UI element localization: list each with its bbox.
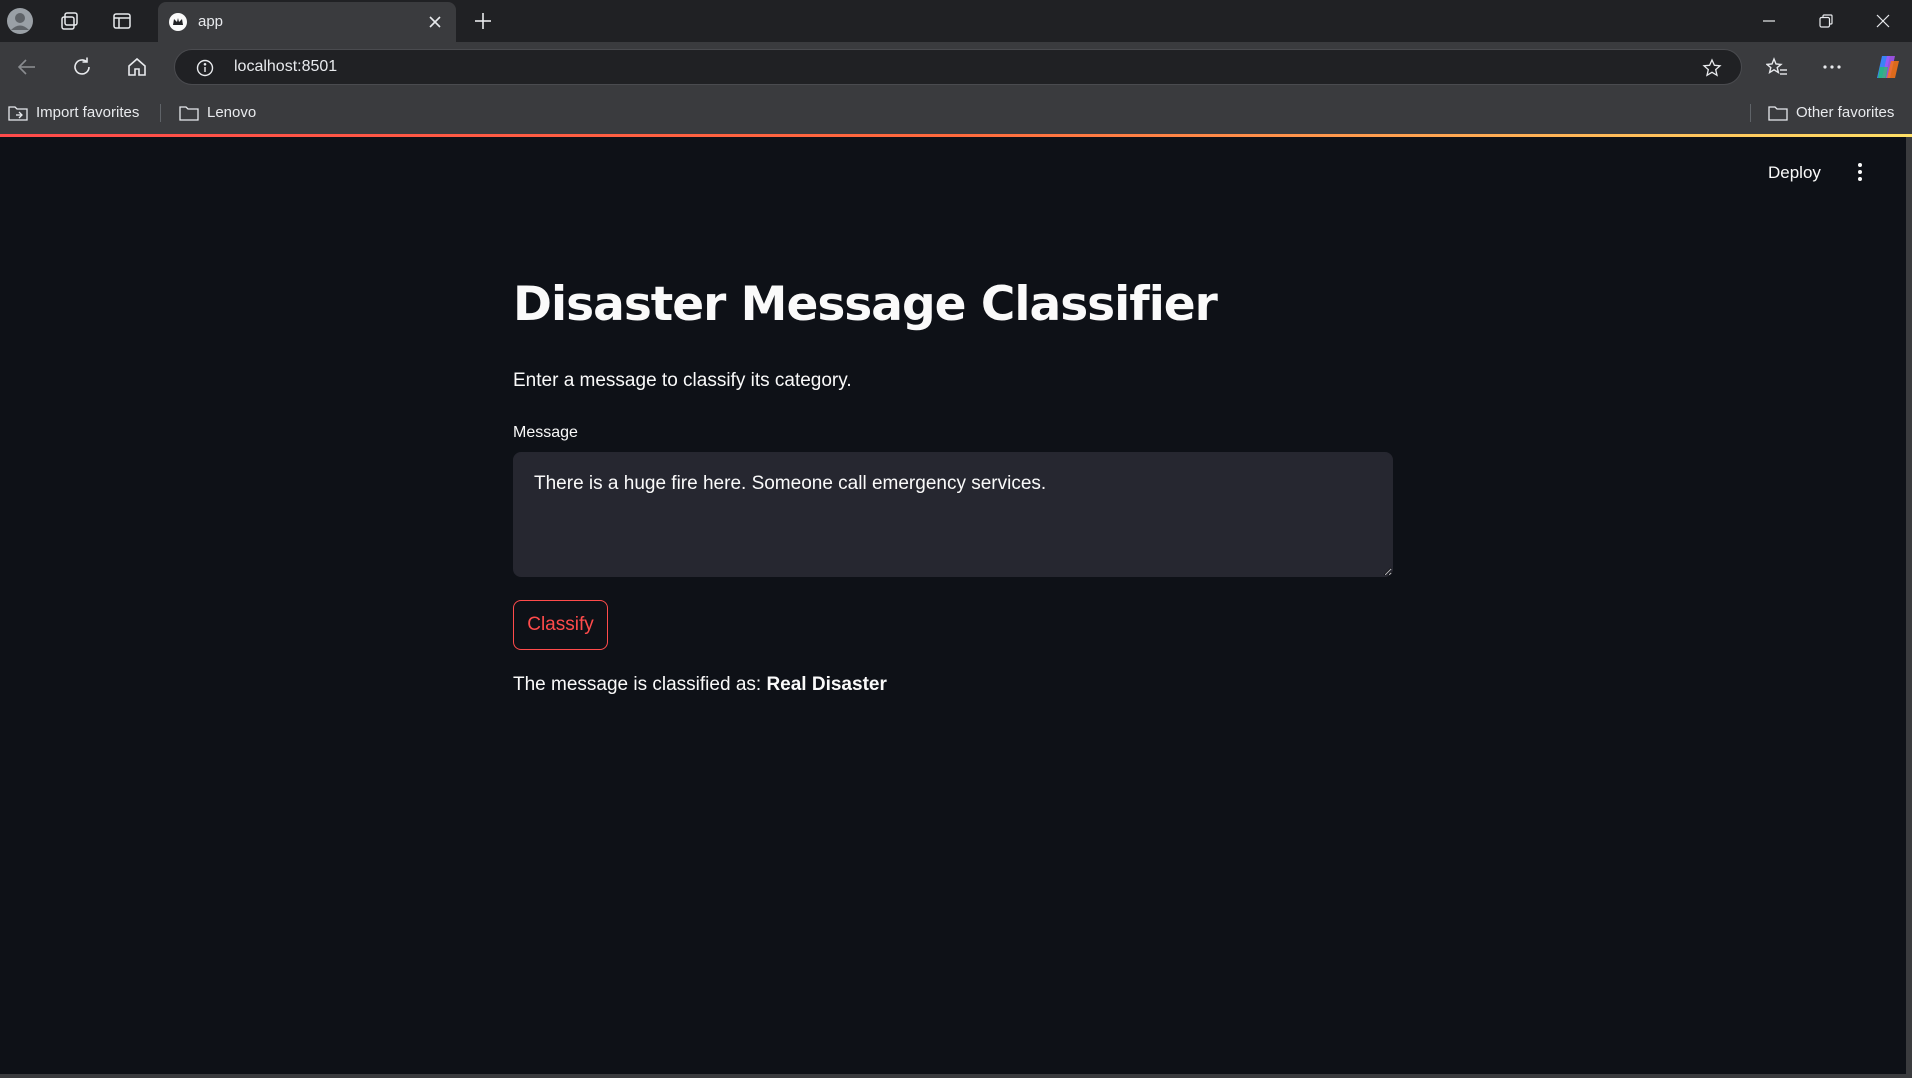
tab-actions-icon[interactable] <box>110 9 134 33</box>
browser-toolbar: localhost:8501 <box>0 42 1912 92</box>
other-favorites-label: Other favorites <box>1796 104 1895 121</box>
home-icon[interactable] <box>124 54 150 80</box>
more-icon[interactable] <box>1819 54 1845 80</box>
minimize-icon[interactable] <box>1758 12 1780 30</box>
close-window-icon[interactable] <box>1872 12 1894 30</box>
page-subtitle: Enter a message to classify its category… <box>513 370 852 391</box>
copilot-icon[interactable] <box>1872 52 1902 82</box>
folder-icon <box>1767 103 1789 123</box>
site-info-icon[interactable] <box>195 58 215 78</box>
favorite-divider <box>1750 104 1751 122</box>
tab-title: app <box>198 13 224 30</box>
other-favorites[interactable]: Other favorites <box>1767 101 1907 125</box>
window-edge <box>1906 137 1912 1078</box>
folder-icon <box>178 103 200 123</box>
kebab-menu-icon[interactable] <box>1848 159 1872 185</box>
favorite-lenovo[interactable]: Lenovo <box>178 101 268 125</box>
result-value: Real Disaster <box>766 674 887 695</box>
active-tab[interactable]: app <box>158 2 456 42</box>
streamlit-crown-icon <box>168 12 188 32</box>
favorite-star-icon[interactable] <box>1701 57 1723 79</box>
result-prefix: The message is classified as: <box>513 674 767 695</box>
tab-bar: app <box>0 0 1912 42</box>
window-edge <box>0 1074 1912 1078</box>
favorite-label: Lenovo <box>207 104 257 121</box>
address-text: localhost:8501 <box>234 58 338 75</box>
close-tab-icon[interactable] <box>426 13 444 31</box>
message-textarea[interactable]: There is a huge fire here. Someone call … <box>513 452 1393 577</box>
profile-icon[interactable] <box>6 7 34 35</box>
favorites-icon[interactable] <box>1764 54 1790 80</box>
new-tab-icon[interactable] <box>472 10 494 32</box>
favorite-label: Import favorites <box>36 104 140 121</box>
page-title: Disaster Message Classifier <box>513 277 1218 332</box>
deploy-button[interactable]: Deploy <box>1760 157 1829 189</box>
favorite-divider <box>160 104 161 122</box>
favorite-import[interactable]: Import favorites <box>6 101 146 125</box>
classification-result: The message is classified as: Real Disas… <box>513 674 887 696</box>
import-icon <box>8 103 28 123</box>
refresh-icon[interactable] <box>69 54 95 80</box>
address-bar[interactable]: localhost:8501 <box>174 49 1742 85</box>
restore-icon[interactable] <box>1815 12 1837 30</box>
app-main: Deploy Disaster Message Classifier Enter… <box>0 137 1906 1074</box>
message-label: Message <box>513 424 578 441</box>
favorites-bar: Import favorites Lenovo Other favorites <box>0 92 1912 135</box>
workspaces-icon[interactable] <box>58 9 82 33</box>
classify-button[interactable]: Classify <box>513 600 608 650</box>
back-icon[interactable] <box>14 54 40 80</box>
